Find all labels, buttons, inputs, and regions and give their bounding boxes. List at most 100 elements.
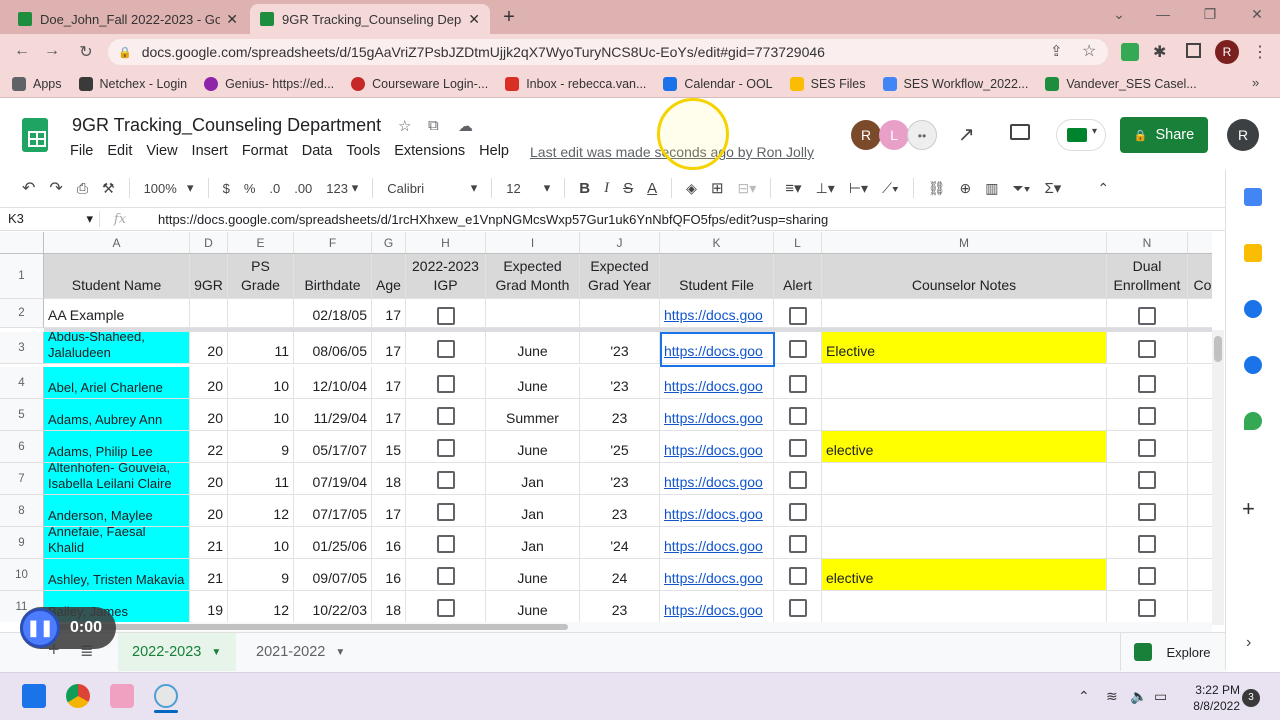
header-cell-notes[interactable]: Counselor Notes	[822, 254, 1107, 299]
ps-cell[interactable]: 9	[228, 559, 294, 591]
age-cell[interactable]: 15	[372, 431, 406, 463]
row-header[interactable]: 1	[0, 254, 44, 299]
sheet-tab-2022-2023[interactable]: 2022-2023 ▼	[118, 633, 236, 671]
student-name-cell[interactable]: Anderson, Maylee	[44, 495, 190, 527]
bookmark-genius[interactable]: Genius- https://ed...	[204, 76, 334, 91]
paint-format-icon[interactable]: ⚒	[102, 180, 115, 197]
age-cell[interactable]: 16	[372, 559, 406, 591]
birth-cell[interactable]: 12/10/04	[294, 367, 372, 399]
checkbox[interactable]	[1138, 439, 1156, 457]
checkbox[interactable]	[436, 503, 455, 521]
profile-avatar[interactable]: R	[1215, 40, 1239, 64]
row-header[interactable]: 3	[0, 332, 44, 364]
year-cell[interactable]: 23	[580, 399, 660, 431]
checkbox[interactable]	[788, 307, 807, 325]
menu-help[interactable]: Help	[479, 143, 509, 159]
grade-cell[interactable]: 20	[190, 399, 228, 431]
counselor-notes-cell[interactable]	[822, 495, 1107, 527]
igp-cell[interactable]	[406, 527, 486, 559]
cloud-status-icon[interactable]: ☁	[458, 117, 473, 135]
decrease-decimal-button[interactable]: .0	[269, 181, 280, 196]
checkbox[interactable]	[436, 307, 455, 325]
checkbox[interactable]	[1138, 471, 1156, 489]
header-cell-alert[interactable]: Alert	[774, 254, 822, 299]
year-cell[interactable]: '23	[580, 367, 660, 399]
checkbox[interactable]	[1138, 503, 1156, 521]
frozen-row-divider[interactable]	[44, 328, 1212, 332]
dual-cell[interactable]	[1107, 399, 1188, 431]
bold-icon[interactable]: B	[579, 180, 590, 197]
student-file-link[interactable]: https://docs.goo	[660, 431, 774, 463]
birth-cell[interactable]: 08/06/05	[294, 332, 372, 364]
column-header[interactable]: K	[660, 232, 774, 254]
checkbox[interactable]	[788, 340, 807, 358]
header-cell-grade[interactable]: 9GR	[190, 254, 228, 299]
header-cell-dual[interactable]: Dual Enrollment	[1107, 254, 1188, 299]
year-cell[interactable]: 23	[580, 591, 660, 622]
tab-search-icon[interactable]: ⌄	[1104, 6, 1134, 23]
month-cell[interactable]: Jan	[486, 495, 580, 527]
number-format-select[interactable]: 123 ▾	[326, 180, 358, 196]
month-cell[interactable]: Jan	[486, 527, 580, 559]
month-cell[interactable]: June	[486, 332, 580, 364]
horizontal-scroll-thumb[interactable]	[44, 624, 568, 630]
cell[interactable]	[1188, 367, 1212, 399]
counselor-notes-cell[interactable]	[822, 399, 1107, 431]
grade-cell[interactable]: 21	[190, 527, 228, 559]
month-cell[interactable]: June	[486, 431, 580, 463]
row-header[interactable]: 10	[0, 559, 44, 591]
age-cell[interactable]: 17	[372, 495, 406, 527]
vertical-scroll-thumb[interactable]	[1214, 336, 1222, 362]
formula-input[interactable]: https://docs.google.com/spreadsheets/d/1…	[140, 212, 828, 227]
checkbox[interactable]	[436, 375, 455, 393]
age-cell[interactable]: 17	[372, 332, 406, 364]
dual-cell[interactable]	[1107, 332, 1188, 364]
checkbox[interactable]	[436, 439, 455, 457]
grade-cell[interactable]: 20	[190, 495, 228, 527]
alert-cell[interactable]	[774, 332, 822, 364]
student-name-cell[interactable]: Abel, Ariel Charlene	[44, 367, 190, 399]
menu-insert[interactable]: Insert	[192, 143, 228, 159]
column-header[interactable]	[1188, 232, 1212, 254]
checkbox[interactable]	[1138, 407, 1156, 425]
menu-edit[interactable]: Edit	[107, 143, 132, 159]
checkbox[interactable]	[436, 567, 455, 585]
age-cell[interactable]: 18	[372, 463, 406, 495]
student-file-link[interactable]: https://docs.goo	[660, 399, 774, 431]
zoom-select[interactable]: 100% ▾	[144, 180, 194, 196]
insert-link-icon[interactable]: ⛓	[928, 180, 946, 197]
counselor-notes-cell[interactable]	[822, 591, 1107, 622]
ps-cell[interactable]: 12	[228, 495, 294, 527]
browser-tab[interactable]: Doe_John_Fall 2022-2023 - Goog ✕	[8, 4, 248, 34]
print-icon[interactable]: ⎙	[77, 180, 88, 197]
birth-cell[interactable]: 11/29/04	[294, 399, 372, 431]
cell[interactable]	[1188, 495, 1212, 527]
redo-icon[interactable]: ↷	[49, 178, 62, 198]
checkbox[interactable]	[1138, 599, 1156, 617]
header-cell-extra[interactable]: Co	[1188, 254, 1212, 299]
checkbox[interactable]	[1138, 375, 1156, 393]
header-cell-file[interactable]: Student File	[660, 254, 774, 299]
header-cell-month[interactable]: Expected Grad Month	[486, 254, 580, 299]
student-file-link[interactable]: https://docs.goo	[660, 495, 774, 527]
bookmark-star-icon[interactable]: ☆	[1082, 41, 1096, 61]
alert-cell[interactable]	[774, 591, 822, 622]
checkbox[interactable]	[788, 599, 807, 617]
dual-cell[interactable]	[1107, 431, 1188, 463]
pause-icon[interactable]: ❚❚	[20, 608, 60, 648]
keep-icon[interactable]	[1244, 244, 1262, 262]
checkbox[interactable]	[1138, 535, 1156, 553]
dual-cell[interactable]	[1107, 591, 1188, 622]
bookmark-ses-files[interactable]: SES Files	[789, 76, 866, 91]
birth-cell[interactable]: 05/17/07	[294, 431, 372, 463]
cell[interactable]	[1188, 431, 1212, 463]
month-cell[interactable]: June	[486, 367, 580, 399]
volume-icon[interactable]: 🔈	[1130, 688, 1147, 705]
checkbox[interactable]	[436, 535, 455, 553]
spreadsheet-grid[interactable]: ADEFGHIJKLMN 1 2 3 4 5 6 7 8 9 10 11 Student Name 9…	[0, 232, 1212, 622]
age-cell[interactable]: 17	[372, 299, 406, 328]
column-header[interactable]: D	[190, 232, 228, 254]
filter-icon[interactable]: ⏷▾	[1012, 180, 1030, 197]
star-icon[interactable]: ☆	[398, 117, 411, 135]
bookmark-ses-workflow[interactable]: SES Workflow_2022...	[882, 76, 1028, 91]
